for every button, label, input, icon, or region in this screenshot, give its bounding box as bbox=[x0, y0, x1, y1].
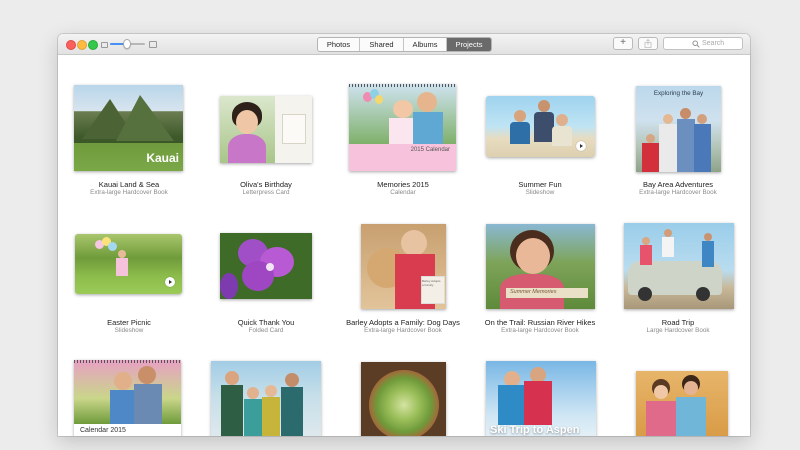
project-thumbnail-succulent[interactable] bbox=[361, 362, 446, 436]
cover-title: Calendar 2015 bbox=[80, 427, 126, 434]
play-icon bbox=[576, 141, 586, 151]
project-thumbnail-easter-picnic[interactable] bbox=[75, 234, 182, 294]
calendar-spiral bbox=[74, 360, 181, 363]
project-thumbnail-calendar-2015[interactable]: Calendar 2015 bbox=[74, 360, 181, 436]
project-title: Barley Adopts a Family: Dog Days bbox=[346, 318, 460, 327]
zoom-in-icon bbox=[149, 41, 157, 48]
project-thumbnail-thank-you[interactable] bbox=[220, 233, 312, 299]
project-thumbnail-family-winter[interactable] bbox=[211, 361, 321, 436]
project-title: Summer Fun bbox=[518, 180, 562, 189]
minimize-window-button[interactable] bbox=[77, 40, 87, 50]
calendar-spiral bbox=[349, 84, 456, 87]
project-title: On the Trail: Russian River Hikes bbox=[484, 318, 596, 327]
search-placeholder: Search bbox=[702, 40, 725, 47]
cover-title: Barley Adopts a Family bbox=[422, 279, 441, 287]
toolbar: Photos Shared Albums Projects + Search bbox=[58, 34, 750, 55]
view-tabs: Photos Shared Albums Projects bbox=[317, 37, 492, 52]
project-title: Oliva's Birthday bbox=[240, 180, 292, 189]
tab-photos[interactable]: Photos bbox=[318, 38, 360, 51]
project-thumbnail-memories[interactable]: 2015 Calendar bbox=[349, 84, 456, 171]
project-title: Easter Picnic bbox=[107, 318, 151, 327]
add-button[interactable]: + bbox=[613, 37, 633, 50]
projects-grid: Kauai Kauai Land & Sea Extra-large Hardc… bbox=[58, 55, 750, 436]
project-subtitle: Slideshow bbox=[525, 189, 555, 196]
project-thumbnail-oliva[interactable] bbox=[220, 96, 312, 163]
play-icon bbox=[165, 277, 175, 287]
project-title: Bay Area Adventures bbox=[642, 180, 714, 189]
project-thumbnail-bay-area[interactable]: Exploring the Bay bbox=[636, 86, 721, 172]
cover-title: Ski Trip to Aspen bbox=[490, 424, 580, 436]
project-thumbnail-road-trip[interactable] bbox=[624, 223, 734, 309]
project-subtitle: Slideshow bbox=[114, 327, 144, 334]
project-thumbnail-barley[interactable]: Barley Adopts a Family bbox=[361, 224, 446, 309]
cover-title: Kauai bbox=[146, 151, 179, 165]
search-icon bbox=[692, 40, 700, 48]
tab-projects[interactable]: Projects bbox=[447, 38, 491, 51]
project-subtitle: Extra-large Hardcover Book bbox=[501, 327, 579, 334]
zoom-out-icon bbox=[101, 42, 108, 48]
project-thumbnail-summer-fun[interactable] bbox=[486, 96, 595, 157]
project-title: Memories 2015 bbox=[377, 180, 429, 189]
project-thumbnail-russian-river[interactable]: Summer Memories bbox=[486, 224, 595, 309]
project-subtitle: Letterpress Card bbox=[242, 189, 290, 196]
cover-title: 2015 Calendar bbox=[410, 147, 450, 153]
project-subtitle: Large Hardcover Book bbox=[646, 327, 710, 334]
fullscreen-window-button[interactable] bbox=[88, 40, 98, 50]
share-button[interactable] bbox=[638, 37, 658, 50]
zoom-slider-knob[interactable] bbox=[122, 39, 131, 49]
project-thumbnail-friends[interactable] bbox=[636, 371, 728, 436]
cover-title: Summer Memories bbox=[510, 289, 557, 295]
tab-albums[interactable]: Albums bbox=[404, 38, 447, 51]
project-title: Road Trip bbox=[661, 318, 695, 327]
project-thumbnail-kauai[interactable]: Kauai bbox=[74, 85, 183, 171]
project-subtitle: Calendar bbox=[390, 189, 416, 196]
cover-title: Exploring the Bay bbox=[653, 90, 704, 97]
photos-window: Photos Shared Albums Projects + Search K… bbox=[58, 34, 750, 436]
tab-shared[interactable]: Shared bbox=[360, 38, 404, 51]
project-subtitle: Extra-large Hardcover Book bbox=[90, 189, 168, 196]
project-thumbnail-ski-trip[interactable]: Ski Trip to Aspen bbox=[486, 361, 596, 436]
project-subtitle: Folded Card bbox=[248, 327, 284, 334]
close-window-button[interactable] bbox=[66, 40, 76, 50]
share-icon bbox=[644, 38, 652, 48]
project-subtitle: Extra-large Hardcover Book bbox=[639, 189, 717, 196]
search-field[interactable]: Search bbox=[663, 37, 743, 50]
project-title: Quick Thank You bbox=[237, 318, 295, 327]
project-title: Kauai Land & Sea bbox=[98, 180, 160, 189]
project-subtitle: Extra-large Hardcover Book bbox=[364, 327, 442, 334]
